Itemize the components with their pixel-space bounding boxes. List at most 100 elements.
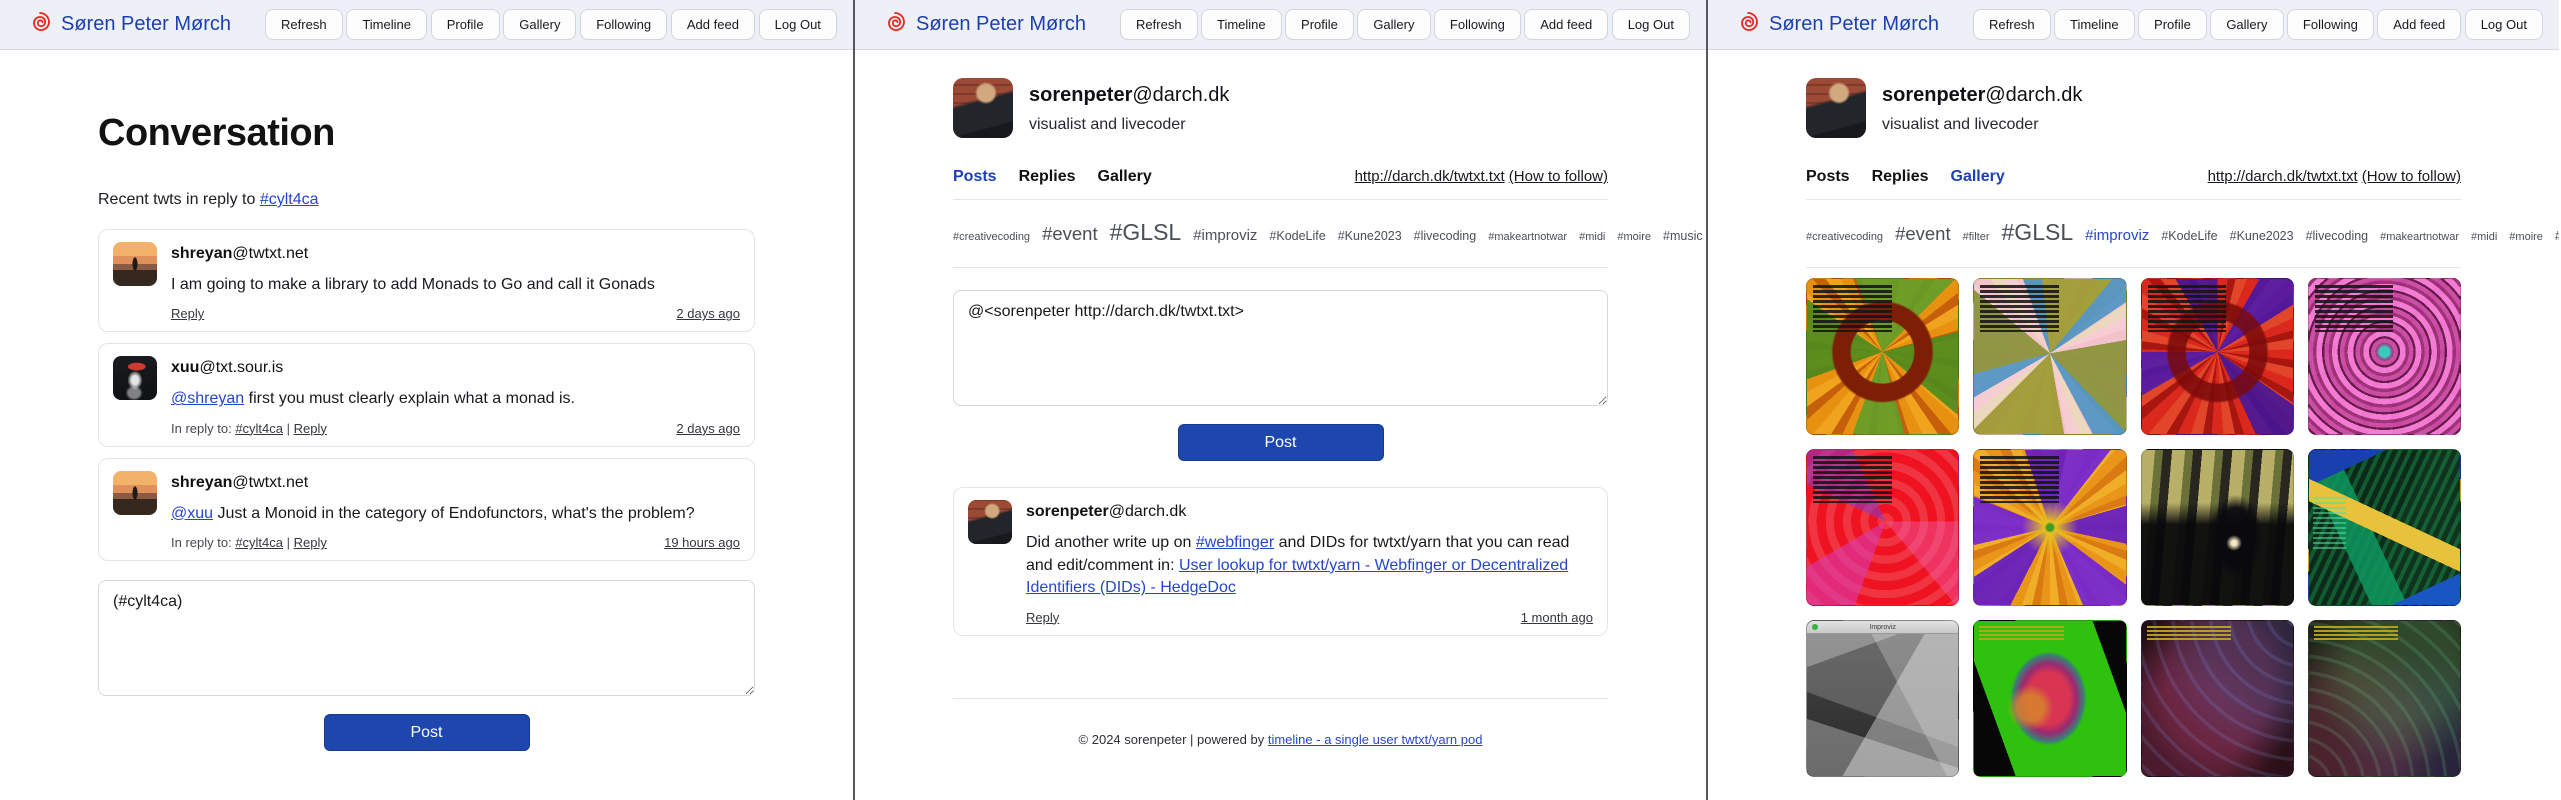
nav-following-button[interactable]: Following [580, 9, 667, 40]
hashtag-link[interactable]: #livecoding [2306, 229, 2369, 243]
brand[interactable]: Søren Peter Mørch [28, 10, 231, 39]
nav-timeline-button[interactable]: Timeline [2054, 9, 2135, 40]
how-to-follow-link[interactable]: (How to follow) [1509, 168, 1608, 185]
nav-add-feed-button[interactable]: Add feed [1524, 9, 1608, 40]
gallery-image[interactable] [1973, 449, 2126, 606]
nav-gallery-button[interactable]: Gallery [2210, 9, 2283, 40]
username[interactable]: xuu@txt.sour.is [171, 359, 740, 377]
hashtag-link[interactable]: #livecoding [1414, 229, 1477, 243]
in-reply-hash-link[interactable]: #cylt4ca [235, 421, 283, 436]
gallery-image[interactable] [2141, 449, 2294, 606]
twt-composer-textarea[interactable]: (#cylt4ca) [98, 580, 755, 696]
nav-refresh-button[interactable]: Refresh [1120, 9, 1198, 40]
twt-composer-textarea[interactable]: @<sorenpeter http://darch.dk/twtxt.txt> [953, 290, 1608, 406]
hashtag-link[interactable]: #makeartnotwar [1488, 231, 1567, 243]
nav-gallery-button[interactable]: Gallery [1357, 9, 1430, 40]
profile-bio: visualist and livecoder [1882, 116, 2082, 134]
gallery-image[interactable] [2308, 620, 2461, 777]
feed-url-link[interactable]: http://darch.dk/twtxt.txt [2208, 168, 2358, 185]
gallery-image[interactable] [2308, 278, 2461, 435]
nav-logout-button[interactable]: Log Out [1612, 9, 1690, 40]
hashtag-link[interactable]: #creativecoding [953, 231, 1030, 243]
code-overlay [2314, 626, 2399, 640]
nav-profile-button[interactable]: Profile [2138, 9, 2207, 40]
nav-following-button[interactable]: Following [2287, 9, 2374, 40]
nav-timeline-button[interactable]: Timeline [346, 9, 427, 40]
gallery-image[interactable] [2141, 278, 2294, 435]
gallery-image[interactable] [1806, 449, 1959, 606]
hashtag-link[interactable]: #Kune2023 [1338, 229, 1402, 243]
hashtag-link[interactable]: #KodeLife [2161, 229, 2217, 243]
timestamp-link[interactable]: 19 hours ago [664, 535, 740, 550]
hashtag-link[interactable]: #GLSL [2002, 219, 2074, 245]
reply-link[interactable]: Reply [294, 421, 327, 436]
post-button[interactable]: Post [324, 714, 530, 751]
in-reply-to: In reply to: #cylt4ca | Reply [171, 421, 327, 436]
brand[interactable]: Søren Peter Mørch [883, 10, 1086, 39]
nav-profile-button[interactable]: Profile [1285, 9, 1354, 40]
conversation-hash-link[interactable]: #cylt4ca [260, 191, 319, 208]
nav-timeline-button[interactable]: Timeline [1201, 9, 1282, 40]
timestamp-link[interactable]: 2 days ago [676, 306, 740, 321]
nav-refresh-button[interactable]: Refresh [265, 9, 343, 40]
hashtag-link[interactable]: #GLSL [1110, 219, 1182, 245]
reply-link[interactable]: Reply [171, 306, 204, 321]
gallery-image[interactable] [1973, 620, 2126, 777]
hashtag-link[interactable]: #music [2555, 229, 2559, 243]
hashtag-link[interactable]: #creativecoding [1806, 231, 1883, 243]
tab-gallery[interactable]: Gallery [1098, 168, 1152, 186]
timestamp-link[interactable]: 1 month ago [1521, 610, 1593, 625]
post-button[interactable]: Post [1178, 424, 1384, 461]
mention-link[interactable]: @xuu [171, 505, 213, 522]
hashtag-link[interactable]: #music [1663, 229, 1703, 243]
gallery-image[interactable] [2308, 449, 2461, 606]
hashtag-link[interactable]: #improviz [1193, 227, 1257, 244]
hashtag-link[interactable]: #moire [2509, 231, 2543, 243]
username[interactable]: shreyan@twtxt.net [171, 474, 740, 492]
tab-gallery[interactable]: Gallery [1951, 168, 2005, 186]
hashtag-link[interactable]: #improviz [2085, 227, 2149, 244]
nav-gallery-button[interactable]: Gallery [503, 9, 576, 40]
nav-profile-button[interactable]: Profile [431, 9, 500, 40]
hashtag-link[interactable]: #midi [1579, 231, 1605, 243]
window-title: Improviz [1869, 624, 1895, 631]
tab-posts[interactable]: Posts [1806, 168, 1850, 186]
profile-posts-panel: Søren Peter Mørch Refresh Timeline Profi… [853, 0, 1706, 800]
hashtag-link[interactable]: #webfinger [1196, 534, 1274, 551]
nav-logout-button[interactable]: Log Out [759, 9, 837, 40]
tab-posts[interactable]: Posts [953, 168, 997, 186]
nav-following-button[interactable]: Following [1434, 9, 1521, 40]
nav-logout-button[interactable]: Log Out [2465, 9, 2543, 40]
timestamp-link[interactable]: 2 days ago [676, 421, 740, 436]
username[interactable]: shreyan@twtxt.net [171, 245, 740, 263]
hashtag-link[interactable]: #makeartnotwar [2380, 231, 2459, 243]
hashtag-link[interactable]: #event [1042, 223, 1098, 244]
username[interactable]: sorenpeter@darch.dk [1026, 503, 1593, 521]
brand[interactable]: Søren Peter Mørch [1736, 10, 1939, 39]
powered-by-link[interactable]: timeline - a single user twtxt/yarn pod [1268, 732, 1483, 747]
feed-url-link[interactable]: http://darch.dk/twtxt.txt [1355, 168, 1505, 185]
hashtag-link[interactable]: #KodeLife [1269, 229, 1325, 243]
nav-refresh-button[interactable]: Refresh [1973, 9, 2051, 40]
in-reply-hash-link[interactable]: #cylt4ca [235, 535, 283, 550]
reply-link[interactable]: Reply [294, 535, 327, 550]
reply-link[interactable]: Reply [1026, 610, 1059, 625]
mention-link[interactable]: @shreyan [171, 390, 244, 407]
hashtag-link[interactable]: #midi [2471, 231, 2497, 243]
gallery-image[interactable]: Improviz [1806, 620, 1959, 777]
gallery-image[interactable] [1806, 278, 1959, 435]
hashtag-link[interactable]: #Kune2023 [2230, 229, 2294, 243]
app-header: Søren Peter Mørch Refresh Timeline Profi… [855, 0, 1706, 50]
gallery-image[interactable] [1973, 278, 2126, 435]
avatar [113, 242, 157, 286]
hashtag-link[interactable]: #event [1895, 223, 1951, 244]
how-to-follow-link[interactable]: (How to follow) [2362, 168, 2461, 185]
nav-add-feed-button[interactable]: Add feed [2377, 9, 2461, 40]
hashtag-link[interactable]: #moire [1617, 231, 1651, 243]
tab-replies[interactable]: Replies [1019, 168, 1076, 186]
twt-body: I am going to make a library to add Mona… [171, 274, 740, 296]
hashtag-link[interactable]: #filter [1963, 231, 1990, 243]
tab-replies[interactable]: Replies [1872, 168, 1929, 186]
gallery-image[interactable] [2141, 620, 2294, 777]
nav-add-feed-button[interactable]: Add feed [671, 9, 755, 40]
